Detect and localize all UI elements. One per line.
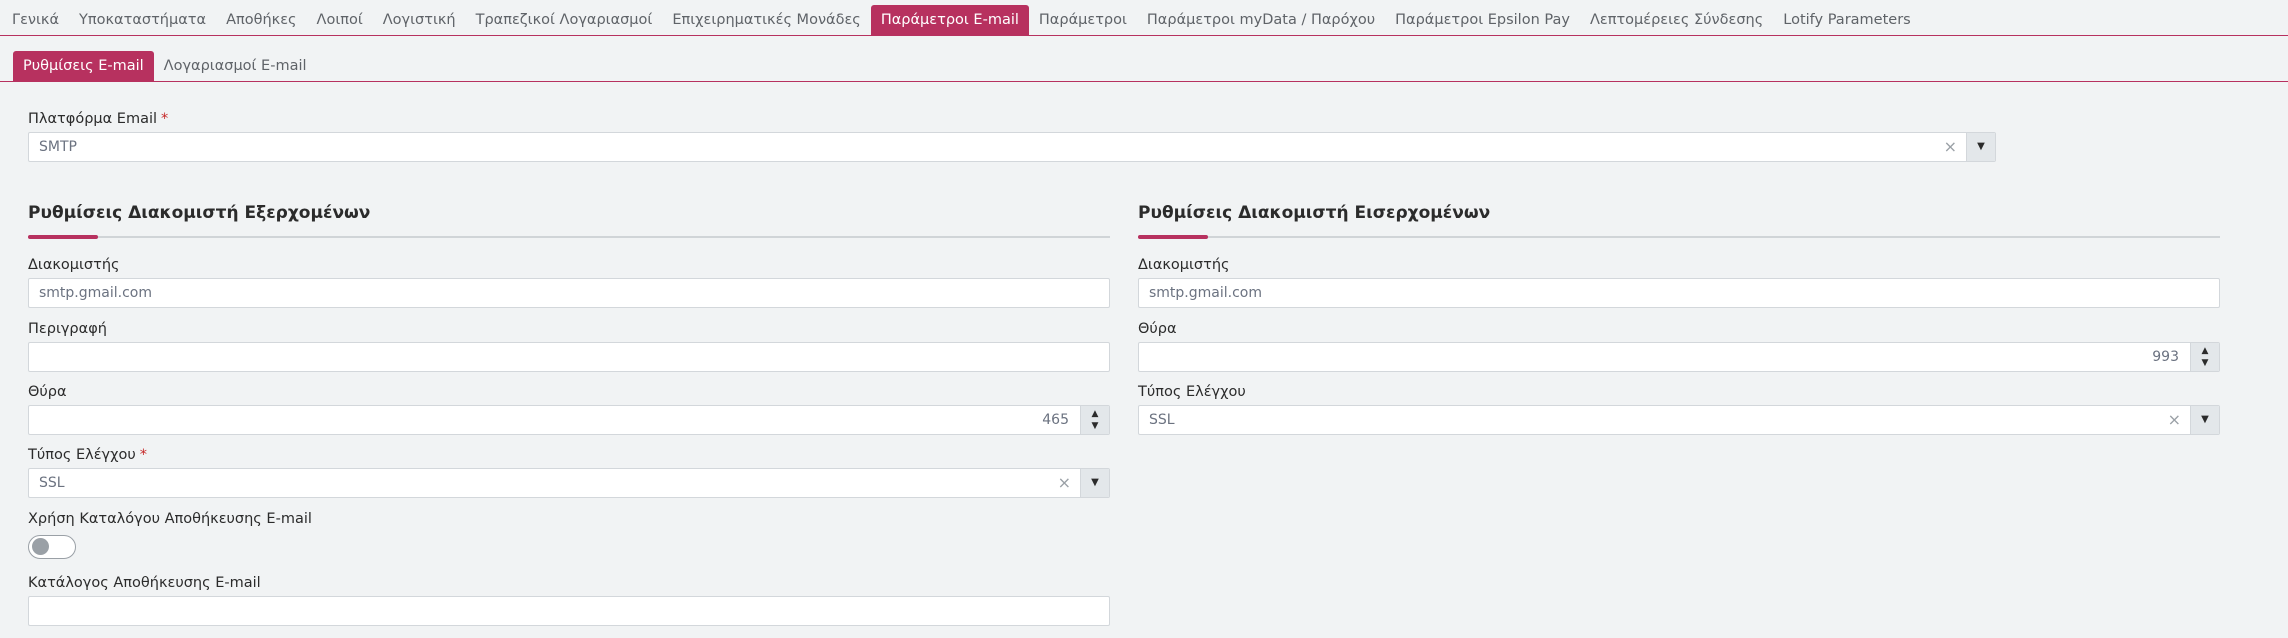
outgoing-description-input[interactable] (28, 342, 1110, 372)
incoming-port-label: Θύρα (1138, 321, 1177, 337)
incoming-server-label: Διακομιστής (1138, 257, 1230, 273)
tab-bank-accounts[interactable]: Τραπεζικοί Λογαριασμοί (466, 5, 663, 35)
use-folder-toggle[interactable] (28, 535, 76, 559)
required-marker: * (161, 111, 169, 127)
tab-parameters[interactable]: Παράμετροι (1029, 5, 1137, 35)
incoming-section-title: Ρυθμίσεις Διακομιστή Εισερχομένων (1138, 203, 1491, 223)
incoming-section-divider (1138, 235, 2220, 239)
spin-down-icon[interactable]: ▼ (1092, 420, 1099, 432)
outgoing-auth-value: SSL (39, 475, 65, 491)
outgoing-auth-label: Τύπος Ελέγχου * (28, 447, 147, 463)
spin-up-icon[interactable]: ▲ (1092, 408, 1099, 420)
tab-mydata-parameters[interactable]: Παράμετροι myData / Παρόχου (1137, 5, 1385, 35)
port-stepper[interactable]: ▲ ▼ (2190, 343, 2219, 371)
tab-email-settings[interactable]: Ρυθμίσεις E-mail (13, 51, 154, 81)
incoming-auth-value: SSL (1149, 412, 1175, 428)
clear-icon[interactable]: × (1058, 469, 1071, 497)
chevron-down-icon[interactable]: ▼ (1966, 133, 1995, 161)
outgoing-port-input[interactable]: 465 ▲ ▼ (28, 405, 1110, 435)
outgoing-server-input[interactable]: smtp.gmail.com (28, 278, 1110, 308)
tab-connection-details[interactable]: Λεπτομέρειες Σύνδεσης (1580, 5, 1773, 35)
outgoing-section-divider (28, 235, 1110, 239)
outgoing-description-label: Περιγραφή (28, 321, 107, 337)
section-accent (28, 235, 98, 239)
incoming-auth-label: Τύπος Ελέγχου (1138, 384, 1246, 400)
incoming-port-input[interactable]: 993 ▲ ▼ (1138, 342, 2220, 372)
tab-lotify-parameters[interactable]: Lotify Parameters (1773, 5, 1920, 35)
top-tab-bar: Γενικά Υποκαταστήματα Αποθήκες Λοιποί Λο… (0, 0, 2288, 36)
tab-email-parameters[interactable]: Παράμετροι E-mail (870, 4, 1029, 35)
toggle-knob (32, 538, 49, 555)
chevron-down-icon[interactable]: ▼ (1080, 469, 1109, 497)
outgoing-server-label: Διακομιστής (28, 257, 120, 273)
use-folder-label: Χρήση Καταλόγου Αποθήκευσης E-mail (28, 511, 312, 527)
incoming-server-input[interactable]: smtp.gmail.com (1138, 278, 2220, 308)
outgoing-port-value: 465 (1042, 412, 1069, 428)
chevron-down-icon[interactable]: ▼ (2190, 406, 2219, 434)
outgoing-server-value: smtp.gmail.com (39, 285, 152, 301)
tab-warehouses[interactable]: Αποθήκες (216, 5, 306, 35)
clear-icon[interactable]: × (2168, 406, 2181, 434)
spin-up-icon[interactable]: ▲ (2202, 345, 2209, 357)
outgoing-auth-select[interactable]: SSL × ▼ (28, 468, 1110, 498)
tab-business-units[interactable]: Επιχειρηματικές Μονάδες (662, 5, 871, 35)
tab-branches[interactable]: Υποκαταστήματα (69, 5, 216, 35)
incoming-port-value: 993 (2152, 349, 2179, 365)
folder-label: Κατάλογος Αποθήκευσης E-mail (28, 575, 261, 591)
sub-tab-bar: Ρυθμίσεις E-mail Λογαριασμοί E-mail (0, 50, 2288, 82)
spin-down-icon[interactable]: ▼ (2202, 357, 2209, 369)
outgoing-auth-label-text: Τύπος Ελέγχου (28, 447, 136, 463)
tab-email-accounts[interactable]: Λογαριασμοί E-mail (154, 51, 317, 81)
required-marker: * (139, 447, 148, 463)
outgoing-port-label: Θύρα (28, 384, 67, 400)
platform-label-text: Πλατφόρμα Email (28, 111, 158, 127)
incoming-server-value: smtp.gmail.com (1149, 285, 1262, 301)
outgoing-section-title: Ρυθμίσεις Διακομιστή Εξερχομένων (28, 203, 371, 223)
tab-other[interactable]: Λοιποί (307, 5, 373, 35)
port-stepper[interactable]: ▲ ▼ (1080, 406, 1109, 434)
folder-input[interactable] (28, 596, 1110, 626)
tab-general[interactable]: Γενικά (2, 5, 69, 35)
section-accent (1138, 235, 1208, 239)
tab-accounting[interactable]: Λογιστική (373, 5, 466, 35)
tab-epsilon-pay-parameters[interactable]: Παράμετροι Epsilon Pay (1385, 5, 1580, 35)
platform-value: SMTP (39, 139, 77, 155)
clear-icon[interactable]: × (1944, 133, 1957, 161)
incoming-auth-select[interactable]: SSL × ▼ (1138, 405, 2220, 435)
platform-label: Πλατφόρμα Email * (28, 111, 168, 127)
platform-select[interactable]: SMTP × ▼ (28, 132, 1996, 162)
